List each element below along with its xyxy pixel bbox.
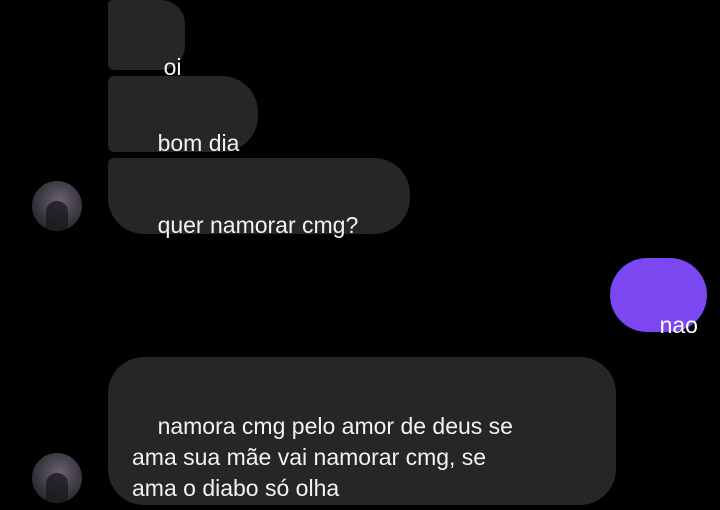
message-text: quer namorar cmg? [157,212,359,238]
message-text: bom dia [157,130,240,156]
incoming-message-bubble[interactable]: oi [108,0,185,80]
contact-avatar[interactable] [32,453,82,503]
incoming-message-bubble[interactable]: namora cmg pelo amor de deus se ama sua … [108,357,616,505]
contact-avatar[interactable] [32,181,82,231]
message-text: namora cmg pelo amor de deus se ama sua … [132,413,513,501]
outgoing-message-bubble[interactable]: nao [610,258,707,338]
incoming-message-bubble[interactable]: bom dia [108,76,258,156]
chat-thread: oi bom dia quer namorar cmg? nao namora … [0,0,720,510]
incoming-message-bubble[interactable]: quer namorar cmg? [108,158,410,238]
message-text: nao [659,312,698,338]
